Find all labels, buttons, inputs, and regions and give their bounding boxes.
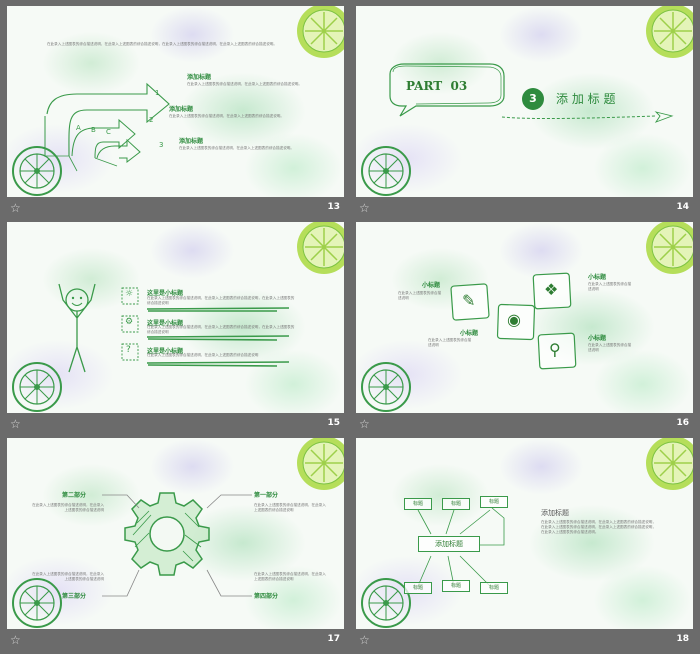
slide-sorter-grid: 在此录入上述图表的综合描述说明，在此录入上述图表的综合描述说明，在此录入上述图表… [0, 0, 700, 647]
intro-paragraph: 在此录入上述图表的综合描述说明，在此录入上述图表的综合描述说明，在此录入上述图表… [47, 42, 277, 46]
part-title-3: 第三部分 [62, 593, 87, 600]
star-outline-icon[interactable]: ☆ [359, 201, 370, 215]
part-text-1: 在此录入上述图表的综合描述说明，在此录入上述图表的综合描述说明 [254, 503, 326, 512]
lightbulb-icon: ☼ [125, 289, 134, 299]
part-title-2: 第二部分 [62, 492, 87, 499]
letter-b: B [91, 126, 96, 134]
item-text-2: 在此录入上述图表的综合描述说明，在此录入上述图表的综合描述说明，在此录入上述图表… [147, 325, 295, 334]
part-text-2: 在此录入上述图表的综合描述说明，在此录入上述图表的综合描述说明 [32, 503, 104, 512]
node-top-2: 标题 [442, 498, 470, 510]
side-title: 添加标题 [541, 509, 569, 517]
part-text-3: 在此录入上述图表的综合描述说明，在此录入上述图表的综合描述说明 [32, 572, 104, 581]
node-bottom-3: 标题 [480, 582, 508, 594]
star-outline-icon[interactable]: ☆ [359, 417, 370, 431]
part-text-4: 在此录入上述图表的综合描述说明，在此录入上述图表的综合描述说明 [254, 572, 326, 581]
slide-footer: ☆ 16 [356, 413, 693, 438]
slide-number: 15 [327, 418, 340, 428]
tag-icon: ❖ [544, 280, 559, 299]
slide-number: 14 [676, 202, 689, 212]
side-text: 在此录入上述图表的综合描述说明，在此录入上述图表的综合描述说明，在此录入上述图表… [541, 520, 656, 534]
slide-footer: ☆ 13 [7, 197, 344, 222]
slide-canvas: PART 03 3 添 加 标 题 [356, 6, 693, 197]
item-title-3: 添加标题 [179, 138, 204, 145]
star-outline-icon[interactable]: ☆ [10, 633, 21, 647]
node-bottom-1: 标题 [404, 582, 432, 594]
question-bulb-icon: ? [126, 345, 131, 355]
item-text-2: 在此录入上述图表的综合描述说明，在此录入上述图表的综合描述说明。 [169, 114, 284, 118]
star-outline-icon[interactable]: ☆ [359, 633, 370, 647]
slide-thumbnail-17[interactable]: 第二部分 在此录入上述图表的综合描述说明，在此录入上述图表的综合描述说明 第一部… [7, 438, 344, 654]
gear-diagram-graphic [12, 438, 344, 628]
paperclip-icon: ⚲ [549, 340, 561, 359]
number-3: 3 [159, 141, 164, 149]
slide-canvas: 标题 标题 标题 添加标题 标题 标题 标题 添加标题 在此录入上述图表的综合描… [356, 438, 693, 629]
part-title-1: 第一部分 [254, 492, 279, 499]
star-outline-icon[interactable]: ☆ [10, 201, 21, 215]
label-text-1: 在此录入上述图表的综合描述说明 [398, 291, 442, 300]
slide-footer: ☆ 18 [356, 629, 693, 654]
slide-thumbnail-16[interactable]: ✎ ❖ ◉ ⚲ 小标题 在此录入上述图表的综合描述说明 小标题 在此录入上述图表… [356, 222, 693, 438]
slide-footer: ☆ 15 [7, 413, 344, 438]
icon-tiles-graphic [361, 222, 693, 412]
slide-footer: ☆ 14 [356, 197, 693, 222]
letter-c: C [106, 128, 111, 136]
item-text-1: 在此录入上述图表的综合描述说明，在此录入上述图表的综合描述说明。 [187, 82, 302, 86]
star-outline-icon[interactable]: ☆ [10, 417, 21, 431]
item-text-1: 在此录入上述图表的综合描述说明，在此录入上述图表的综合描述说明，在此录入上述图表… [147, 296, 295, 305]
item-title-1: 添加标题 [187, 74, 212, 81]
slide-canvas: ☼ ⚙ ? 这里是小标题 在此录入上述图表的综合描述说明，在此录入上述图表的综合… [7, 222, 344, 413]
number-2: 2 [149, 116, 154, 124]
slide-number: 16 [676, 418, 689, 428]
hand-drawn-arrows-graphic [12, 6, 344, 196]
slide-number: 18 [676, 634, 689, 644]
section-title: 添 加 标 题 [556, 92, 616, 106]
label-title-4: 小标题 [588, 335, 607, 342]
slide-thumbnail-14[interactable]: PART 03 3 添 加 标 题 ☆ 14 [356, 6, 693, 222]
slide-number: 13 [327, 202, 340, 212]
item-text-3: 在此录入上述图表的综合描述说明，在此录入上述图表的综合描述说明 [147, 353, 259, 357]
section-number-badge: 3 [522, 88, 544, 110]
node-top-3: 标题 [480, 496, 508, 508]
label-title-2: 小标题 [588, 274, 607, 281]
slide-number: 17 [327, 634, 340, 644]
slide-canvas: 第二部分 在此录入上述图表的综合描述说明，在此录入上述图表的综合描述说明 第一部… [7, 438, 344, 629]
part-title-4: 第四部分 [254, 593, 279, 600]
slide-thumbnail-18[interactable]: 标题 标题 标题 添加标题 标题 标题 标题 添加标题 在此录入上述图表的综合描… [356, 438, 693, 654]
node-top-1: 标题 [404, 498, 432, 510]
slide-thumbnail-13[interactable]: 在此录入上述图表的综合描述说明，在此录入上述图表的综合描述说明，在此录入上述图表… [7, 6, 344, 222]
label-title-1: 小标题 [422, 282, 441, 289]
label-text-3: 在此录入上述图表的综合描述说明 [428, 338, 472, 347]
slide-canvas: 在此录入上述图表的综合描述说明，在此录入上述图表的综合描述说明，在此录入上述图表… [7, 6, 344, 197]
rss-icon: ◉ [507, 310, 521, 329]
label-text-4: 在此录入上述图表的综合描述说明 [588, 343, 632, 352]
slide-canvas: ✎ ❖ ◉ ⚲ 小标题 在此录入上述图表的综合描述说明 小标题 在此录入上述图表… [356, 222, 693, 413]
label-text-2: 在此录入上述图表的综合描述说明 [588, 282, 632, 291]
item-title-2: 添加标题 [169, 106, 194, 113]
slide-thumbnail-15[interactable]: ☼ ⚙ ? 这里是小标题 在此录入上述图表的综合描述说明，在此录入上述图表的综合… [7, 222, 344, 438]
slide-footer: ☆ 17 [7, 629, 344, 654]
node-center: 添加标题 [418, 536, 480, 552]
number-1: 1 [155, 89, 160, 97]
label-title-3: 小标题 [460, 330, 479, 337]
node-bottom-2: 标题 [442, 580, 470, 592]
part-label: PART 03 [406, 79, 468, 93]
item-text-3: 在此录入上述图表的综合描述说明，在此录入上述图表的综合描述说明。 [179, 146, 294, 150]
gear-icon [124, 492, 210, 576]
letter-a: A [76, 124, 81, 132]
pushpin-icon: ✎ [462, 291, 476, 310]
gears-icon: ⚙ [125, 317, 134, 327]
